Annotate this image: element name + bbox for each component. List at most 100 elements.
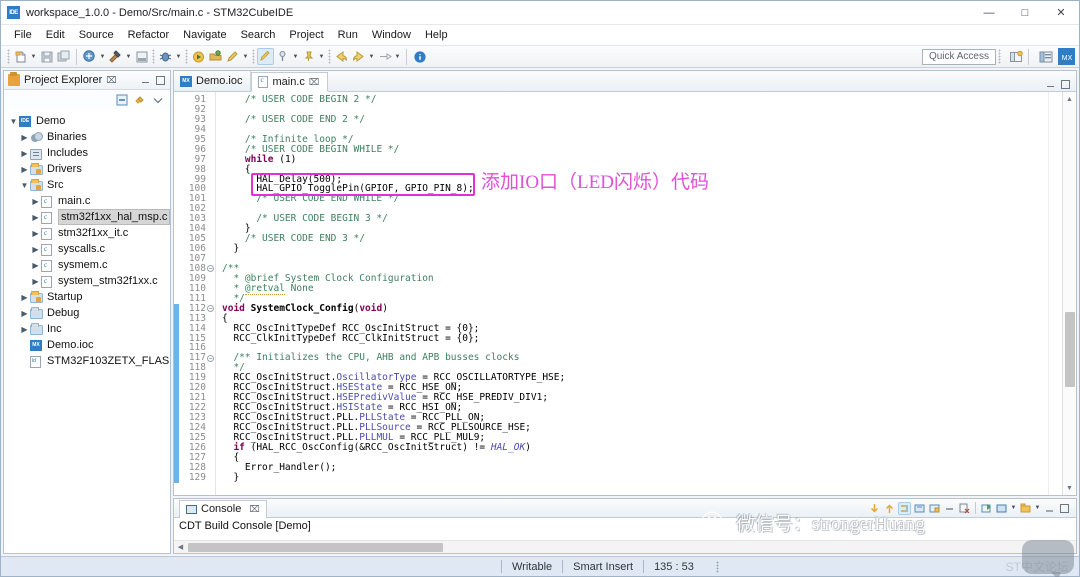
tree-item-syscalls-c[interactable]: ▶ syscalls.c (4, 241, 170, 257)
quick-access-input[interactable]: Quick Access (921, 48, 996, 65)
forward-icon[interactable] (350, 48, 367, 65)
chevron-right-icon[interactable]: ▶ (19, 149, 30, 158)
display-console-icon[interactable] (995, 502, 1008, 515)
hammer-build-icon[interactable] (107, 48, 124, 65)
minimize-view-icon[interactable] (141, 76, 150, 85)
tree-item-demo[interactable]: ▼ IDE Demo (4, 113, 170, 129)
code-line[interactable]: while (1) (216, 154, 1048, 165)
maximize-editor-icon[interactable] (1061, 80, 1070, 89)
maximize-view-icon[interactable] (156, 75, 165, 85)
code-line[interactable]: RCC_ClkInitTypeDef RCC_ClkInitStruct = {… (216, 333, 1048, 344)
device-config-perspective-icon[interactable]: MX (1058, 48, 1075, 65)
debug-bug-icon[interactable] (157, 48, 174, 65)
skip-breakpoints-icon[interactable] (274, 48, 291, 65)
build-all-icon[interactable] (81, 48, 98, 65)
next-annotation-icon[interactable] (376, 48, 393, 65)
skip-dropdown-icon[interactable]: ▼ (291, 48, 300, 65)
maximize-button[interactable]: □ (1007, 1, 1043, 25)
console-horizontal-scrollbar[interactable]: ◀ (174, 540, 1076, 553)
run-last-dropdown-icon[interactable]: ▼ (241, 48, 250, 65)
c-cpp-perspective-icon[interactable] (1037, 48, 1054, 65)
hammer-dropdown-icon[interactable]: ▼ (124, 48, 133, 65)
minimize-icon[interactable] (943, 502, 956, 515)
menu-source[interactable]: Source (72, 27, 121, 43)
lock-console-icon[interactable] (928, 502, 941, 515)
menu-project[interactable]: Project (282, 27, 330, 43)
close-button[interactable]: ✕ (1043, 1, 1079, 25)
menu-window[interactable]: Window (365, 27, 418, 43)
view-menu-icon[interactable] (151, 93, 164, 106)
console-content[interactable]: CDT Build Console [Demo] ◀ (174, 518, 1076, 553)
chevron-right-icon[interactable]: ▶ (30, 277, 41, 286)
open-console-dropdown-icon[interactable]: ▼ (1034, 502, 1041, 515)
info-icon[interactable] (411, 48, 428, 65)
tab-demo-ioc[interactable]: MX Demo.ioc (174, 71, 252, 91)
toolbar-group-handle[interactable] (152, 49, 155, 64)
profile-icon[interactable] (257, 48, 274, 65)
tree-item-includes[interactable]: ▶ Includes (4, 145, 170, 161)
status-drag-handle[interactable] (715, 560, 719, 573)
minimize-editor-icon[interactable] (1046, 80, 1055, 89)
tree-item-stm32f1xx-hal-msp-c[interactable]: ▶ stm32f1xx_hal_msp.c (4, 209, 170, 225)
remove-console-icon[interactable] (958, 502, 971, 515)
chevron-right-icon[interactable]: ▶ (30, 213, 41, 222)
menu-search[interactable]: Search (234, 27, 283, 43)
code-line[interactable]: /* USER CODE BEGIN 2 */ (216, 95, 1048, 105)
code-line[interactable]: /* USER CODE BEGIN 3 */ (216, 214, 1048, 224)
pin-dropdown-icon[interactable]: ▼ (317, 48, 326, 65)
editor-vertical-scrollbar[interactable]: ▲ ▼ (1062, 92, 1076, 495)
menu-file[interactable]: File (7, 27, 39, 43)
code-line[interactable]: } (216, 244, 1048, 254)
close-icon[interactable]: ⌧ (249, 504, 259, 515)
tab-console[interactable]: Console ⌧ (179, 499, 267, 518)
code-line[interactable]: if (HAL_RCC_OscConfig(&RCC_OscInitStruct… (216, 442, 1048, 453)
scroll-left-icon[interactable]: ◀ (174, 541, 187, 554)
toolbar-group-handle-2[interactable] (185, 49, 188, 64)
new-file-icon[interactable] (12, 48, 29, 65)
toolbar-drag-handle[interactable] (7, 49, 10, 64)
tree-item-system-stm32f1xx-c[interactable]: ▶ system_stm32f1xx.c (4, 273, 170, 289)
toolbar-group-handle-4[interactable] (328, 49, 331, 64)
hscrollbar-track[interactable] (187, 541, 1076, 554)
scroll-down-icon[interactable] (868, 502, 881, 515)
menu-run[interactable]: Run (331, 27, 365, 43)
scroll-up-icon[interactable] (883, 502, 896, 515)
code-line[interactable]: * @brief System Clock Configuration (216, 273, 1048, 284)
save-all-icon[interactable] (55, 48, 72, 65)
tree-item-sysmem-c[interactable]: ▶ sysmem.c (4, 257, 170, 273)
open-console-icon[interactable] (1019, 502, 1032, 515)
tree-item-inc[interactable]: ▶ Inc (4, 321, 170, 337)
menu-refactor[interactable]: Refactor (121, 27, 177, 43)
chevron-right-icon[interactable]: ▶ (19, 133, 30, 142)
link-with-editor-icon[interactable] (133, 93, 146, 106)
save-icon[interactable] (38, 48, 55, 65)
display-console-dropdown-icon[interactable]: ▼ (1010, 502, 1017, 515)
external-tools-icon[interactable] (207, 48, 224, 65)
scroll-down-icon[interactable]: ▼ (1063, 481, 1077, 495)
debug-dropdown-icon[interactable]: ▼ (174, 48, 183, 65)
code-line[interactable]: /** Initializes the CPU, AHB and APB bus… (216, 353, 1048, 363)
run-icon[interactable] (190, 48, 207, 65)
perspective-drag-handle[interactable] (998, 49, 1001, 64)
tree-item-demo-ioc[interactable]: MX Demo.ioc (4, 337, 170, 353)
build-all-dropdown-icon[interactable]: ▼ (98, 48, 107, 65)
tree-item-binaries[interactable]: ▶ Binaries (4, 129, 170, 145)
next-annotation-dropdown-icon[interactable]: ▼ (393, 48, 402, 65)
chevron-right-icon[interactable]: ▶ (19, 325, 30, 334)
menu-help[interactable]: Help (418, 27, 455, 43)
code-line[interactable]: /* USER CODE BEGIN WHILE */ (216, 144, 1048, 155)
chevron-right-icon[interactable]: ▶ (30, 245, 41, 254)
new-file-dropdown-icon[interactable]: ▼ (29, 48, 38, 65)
code-line[interactable]: { (216, 452, 1048, 463)
fold-toggle-icon[interactable]: − (207, 305, 214, 313)
menu-navigate[interactable]: Navigate (176, 27, 233, 43)
tree-item-debug[interactable]: ▶ Debug (4, 305, 170, 321)
build-config-icon[interactable] (133, 48, 150, 65)
hscrollbar-thumb[interactable] (188, 542, 443, 552)
tree-item-src[interactable]: ▼ Src (4, 177, 170, 193)
run-last-tool-icon[interactable] (224, 48, 241, 65)
fold-toggle-icon[interactable]: − (207, 265, 214, 273)
clear-console-icon[interactable] (913, 502, 926, 515)
chevron-right-icon[interactable]: ▶ (19, 165, 30, 174)
tree-item-startup[interactable]: ▶ Startup (4, 289, 170, 305)
